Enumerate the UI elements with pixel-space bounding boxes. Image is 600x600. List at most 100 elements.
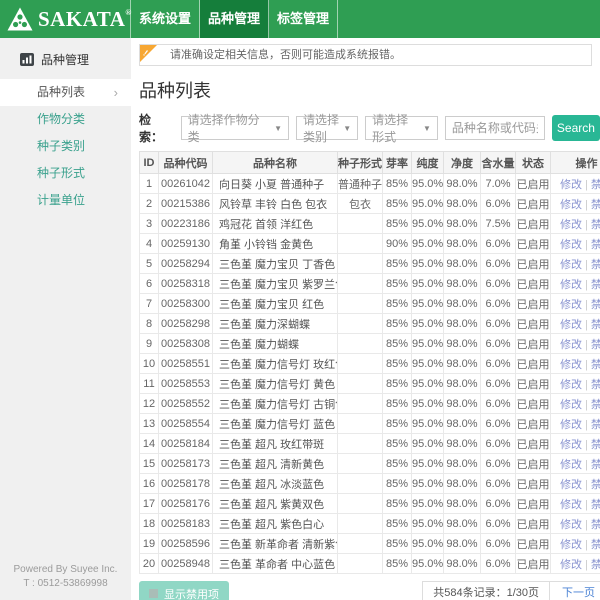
seed-form [338,314,383,334]
disable-link[interactable]: 禁用 [591,459,600,471]
action-separator: | [585,519,588,531]
action-separator: | [585,199,588,211]
show-disabled-button[interactable]: 显示禁用项 [139,581,229,600]
edit-link[interactable]: 修改 [560,299,582,311]
seed-form [338,514,383,534]
variety-code: 00215386 [159,194,213,214]
purity-value: 95.0% [412,254,444,274]
table-row: 1300258554三色堇 魔力信号灯 蓝色85%95.0%98.0%6.0%已… [140,414,600,434]
moisture-value: 6.0% [481,514,516,534]
disable-link[interactable]: 禁用 [591,479,600,491]
seed-type-select[interactable]: 请选择类别▼ [296,116,358,140]
edit-link[interactable]: 修改 [560,559,582,571]
row-actions: 修改|禁用 [551,194,600,214]
edit-link[interactable]: 修改 [560,499,582,511]
disable-link[interactable]: 禁用 [591,239,600,251]
table-row: 700258300三色堇 魔力宝贝 红色85%95.0%98.0%6.0%已启用… [140,294,600,314]
disable-link[interactable]: 禁用 [591,379,600,391]
sidebar-item-measure-unit[interactable]: 计量单位 [0,187,131,214]
moisture-value: 6.0% [481,374,516,394]
row-actions: 修改|禁用 [551,394,600,414]
edit-link[interactable]: 修改 [560,359,582,371]
disable-link[interactable]: 禁用 [591,259,600,271]
cleanliness-value: 98.0% [444,394,481,414]
purity-value: 95.0% [412,214,444,234]
show-disabled-label: 显示禁用项 [164,586,219,600]
edit-link[interactable]: 修改 [560,179,582,191]
moisture-value: 6.0% [481,454,516,474]
sidebar-item-seed-type[interactable]: 种子类别 [0,133,131,160]
edit-link[interactable]: 修改 [560,199,582,211]
edit-link[interactable]: 修改 [560,539,582,551]
moisture-value: 6.0% [481,254,516,274]
nav-tab-label-management[interactable]: 标签管理 [269,0,338,38]
edit-link[interactable]: 修改 [560,459,582,471]
brand-logo[interactable]: SAKATA® [0,0,131,38]
variety-name: 三色堇 超凡 紫黄双色 [213,494,338,514]
edit-link[interactable]: 修改 [560,219,582,231]
sidebar-item-label: 种子类别 [37,139,85,153]
sidebar-item-seed-form[interactable]: 种子形式 [0,160,131,187]
sidebar-section-header: 品种管理 [0,38,131,79]
warning-text: 请准确设定相关信息，否则可能造成系统报错。 [170,49,401,61]
row-id: 1 [140,174,159,194]
germination-rate: 85% [383,294,412,314]
status-badge: 已启用 [516,514,551,534]
edit-link[interactable]: 修改 [560,439,582,451]
disable-link[interactable]: 禁用 [591,299,600,311]
edit-link[interactable]: 修改 [560,239,582,251]
disable-link[interactable]: 禁用 [591,199,600,211]
nav-tab-system-settings[interactable]: 系统设置 [131,0,200,38]
cleanliness-value: 98.0% [444,534,481,554]
edit-link[interactable]: 修改 [560,419,582,431]
edit-link[interactable]: 修改 [560,279,582,291]
edit-link[interactable]: 修改 [560,319,582,331]
variety-name: 三色堇 超凡 清新黄色 [213,454,338,474]
disable-link[interactable]: 禁用 [591,419,600,431]
sidebar-item-crop-category[interactable]: 作物分类 [0,106,131,133]
status-badge: 已启用 [516,254,551,274]
next-page-button[interactable]: 下一页 [550,581,600,600]
action-separator: | [585,459,588,471]
disable-link[interactable]: 禁用 [591,279,600,291]
variety-name: 三色堇 超凡 冰淡蓝色 [213,474,338,494]
crop-category-select[interactable]: 请选择作物分类▼ [181,116,289,140]
disable-link[interactable]: 禁用 [591,539,600,551]
nav-tab-variety-management[interactable]: 品种管理 [200,0,269,38]
disable-link[interactable]: 禁用 [591,339,600,351]
germination-rate: 85% [383,554,412,574]
disable-link[interactable]: 禁用 [591,359,600,371]
edit-link[interactable]: 修改 [560,399,582,411]
keyword-input[interactable] [445,116,545,140]
seed-form-select[interactable]: 请选择形式▼ [365,116,438,140]
status-badge: 已启用 [516,474,551,494]
seed-form [338,254,383,274]
table-row: 100261042向日葵 小夏 普通种子普通种子85%95.0%98.0%7.0… [140,174,600,194]
purity-value: 95.0% [412,454,444,474]
sidebar-item-variety-list[interactable]: 品种列表› [0,79,131,106]
disable-link[interactable]: 禁用 [591,519,600,531]
disable-link[interactable]: 禁用 [591,319,600,331]
edit-link[interactable]: 修改 [560,259,582,271]
moisture-value: 6.0% [481,434,516,454]
brand-wordmark: SAKATA® [38,9,132,30]
edit-link[interactable]: 修改 [560,479,582,491]
variety-code: 00261042 [159,174,213,194]
disable-link[interactable]: 禁用 [591,179,600,191]
edit-link[interactable]: 修改 [560,339,582,351]
purity-value: 95.0% [412,314,444,334]
germination-rate: 85% [383,354,412,374]
disable-link[interactable]: 禁用 [591,559,600,571]
edit-link[interactable]: 修改 [560,379,582,391]
disable-link[interactable]: 禁用 [591,219,600,231]
row-id: 16 [140,474,159,494]
disable-link[interactable]: 禁用 [591,439,600,451]
disable-link[interactable]: 禁用 [591,499,600,511]
search-button[interactable]: Search [552,115,600,141]
seed-form [338,494,383,514]
action-separator: | [585,379,588,391]
disable-link[interactable]: 禁用 [591,399,600,411]
edit-link[interactable]: 修改 [560,519,582,531]
seed-form [338,294,383,314]
action-separator: | [585,539,588,551]
